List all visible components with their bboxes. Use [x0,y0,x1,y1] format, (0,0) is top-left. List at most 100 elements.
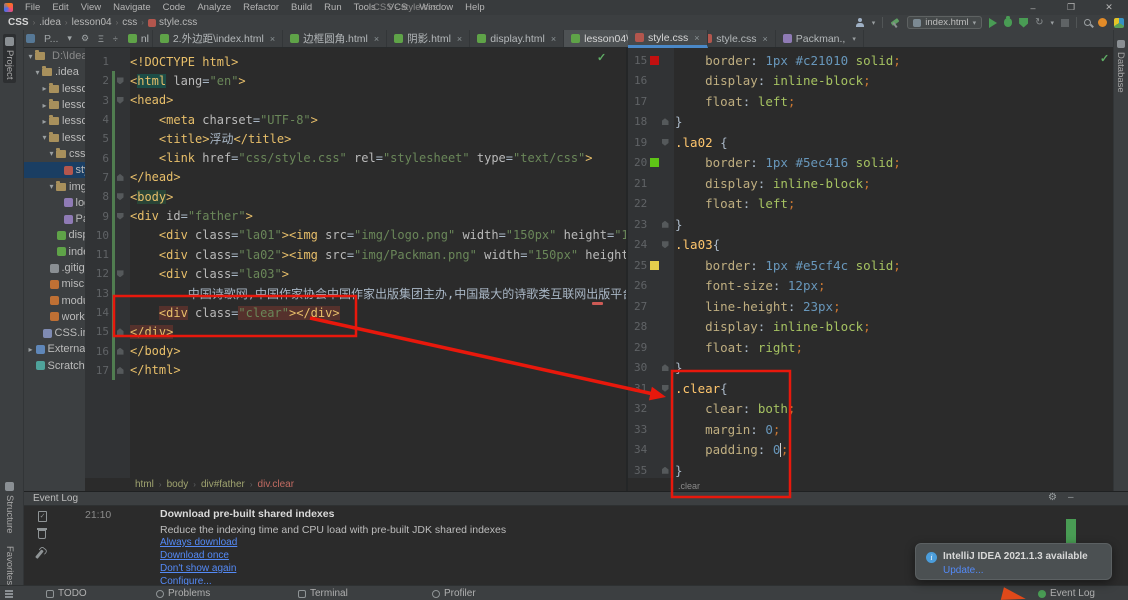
fold-marker[interactable] [115,270,125,278]
chevron-down-icon[interactable]: ▾ [852,35,856,43]
fold-marker[interactable] [660,384,670,392]
ide-features-icon[interactable] [1114,17,1124,28]
tool-window-structure[interactable]: Structure [4,478,15,538]
chevron-expanded-icon[interactable]: ▾ [26,52,35,61]
chevron-collapsed-icon[interactable]: ▸ [40,84,49,93]
tree-item[interactable]: style.css [24,162,85,179]
status-event-log[interactable]: Event Log [1037,586,1095,600]
tree-item[interactable]: ▾ css [24,146,85,162]
tree-item[interactable]: logo.png [24,195,85,211]
chevron-expanded-icon[interactable]: ▾ [33,68,42,77]
minimize-icon[interactable]: – [1068,492,1074,503]
tree-item[interactable]: workspace.xml [24,309,85,325]
maximize-icon[interactable]: ❐ [1052,0,1090,15]
fold-marker[interactable] [115,212,125,220]
editor-tab[interactable]: 阴影.html × [387,30,471,47]
status-item-profiler[interactable]: Profiler [432,586,476,600]
coverage-button[interactable] [1019,17,1029,28]
editor-tab[interactable]: 2.外边距\index.html × [153,30,284,47]
update-notification-icon[interactable] [1098,18,1107,27]
editor-tab[interactable]: style.css × [696,30,776,47]
editor-css[interactable]: 15 border: 1px #c21010 solid; 16 display:… [628,48,1113,478]
close-tab-icon[interactable]: × [270,34,275,44]
tree-item[interactable]: display.html [24,227,85,243]
chevron-down-icon[interactable]: ▾ [67,33,72,44]
tree-item[interactable]: ▸ lesson01 [24,81,85,97]
color-swatch-box[interactable] [649,158,659,168]
chevron-collapsed-icon[interactable]: ▸ [40,117,49,126]
event-log-header[interactable]: Event Log ⚙ – [24,492,1128,506]
fold-marker[interactable] [115,96,125,104]
trash-icon[interactable] [37,528,47,539]
event-log-link[interactable]: Always download [160,537,237,550]
menu-item[interactable]: Refactor [237,2,285,13]
build-hammer-icon[interactable] [890,18,900,28]
minimize-icon[interactable]: – [1014,0,1052,15]
menu-item[interactable]: Help [459,2,491,13]
color-swatch-box[interactable] [649,55,659,65]
event-log-link[interactable]: Download once [160,550,237,563]
close-tab-icon[interactable]: × [457,34,462,44]
menu-item[interactable]: File [19,2,46,13]
breadcrumb-item[interactable]: css [122,17,137,28]
close-tab-icon[interactable]: × [551,34,556,44]
tree-item[interactable]: CSS.iml [24,325,85,341]
run-config-select[interactable]: index.html ▾ [907,16,983,29]
debug-button[interactable] [1004,16,1013,27]
close-icon[interactable]: ✕ [1090,0,1128,15]
wrench-icon[interactable] [35,549,44,559]
breadcrumb-item[interactable]: CSS [8,17,29,28]
update-link[interactable]: Update... [943,565,984,576]
close-tab-icon[interactable]: × [694,33,699,43]
chevron-down-icon[interactable]: ▾ [872,19,876,27]
tree-item[interactable]: ▾ img [24,178,85,194]
fold-marker[interactable] [115,173,125,181]
menu-item[interactable]: View [75,2,107,13]
status-item-todo[interactable]: TODO [46,586,87,600]
fold-marker[interactable] [115,347,125,355]
color-swatch-box[interactable] [649,260,659,270]
fold-marker[interactable] [115,366,125,374]
hide-panel-icon[interactable]: ÷ [113,34,118,44]
menu-item[interactable]: Edit [46,2,74,13]
fold-marker[interactable] [660,241,670,249]
status-item-problems[interactable]: Problems [156,586,210,600]
rerun-icon[interactable]: ↻ [1035,17,1043,28]
editor-html[interactable]: 1 <!DOCTYPE html> 2 <html lang="en"> 3 <head>… [85,48,626,478]
tree-item[interactable]: ▾CSSD:\IdeaPr [24,48,85,64]
scrollbar-thumb[interactable] [1066,519,1076,543]
tree-item[interactable]: .gitignore [24,260,85,276]
run-button[interactable] [989,17,998,28]
tool-window-favorites[interactable]: Favorites [4,542,15,589]
user-icon[interactable] [856,18,865,27]
editor-tab[interactable]: 边框圆角.html × [283,30,388,47]
chevron-down-icon[interactable]: ▾ [1050,19,1054,27]
close-tab-icon[interactable]: × [374,34,379,44]
chevron-collapsed-icon[interactable]: ▸ [40,101,49,110]
editor-tab[interactable]: Packman., ▾ [776,30,864,47]
menu-item[interactable]: Run [318,2,347,13]
tree-item[interactable]: ▸ External Libraries [24,341,85,357]
menu-item[interactable]: Code [157,2,192,13]
close-tab-icon[interactable]: × [762,34,767,44]
chevron-collapsed-icon[interactable]: ▸ [26,345,35,354]
tree-item[interactable]: ▾ lesson04 [24,129,85,145]
editor-tab[interactable]: display.html × [470,30,565,47]
menu-item[interactable]: Analyze [191,2,237,13]
event-log-link[interactable]: Don't show again [160,563,237,576]
tree-item[interactable]: ▸ lesson03 [24,113,85,129]
breadcrumb-item[interactable]: div.clear [258,479,295,490]
breadcrumb-item[interactable]: body [167,479,189,490]
tree-item[interactable]: misc.xml [24,276,85,292]
fold-marker[interactable] [660,364,670,372]
fold-marker[interactable] [115,77,125,85]
tool-window-database[interactable]: Database [1115,36,1126,97]
breadcrumb-item[interactable]: .idea [39,17,61,28]
menu-item[interactable]: Navigate [107,2,157,13]
fold-marker[interactable] [660,118,670,126]
tree-item[interactable]: Packman.png [24,211,85,227]
fold-marker[interactable] [115,193,125,201]
search-icon[interactable] [1084,19,1091,26]
breadcrumb-item[interactable]: div#father [201,479,245,490]
tool-windows-icon[interactable] [5,590,13,598]
